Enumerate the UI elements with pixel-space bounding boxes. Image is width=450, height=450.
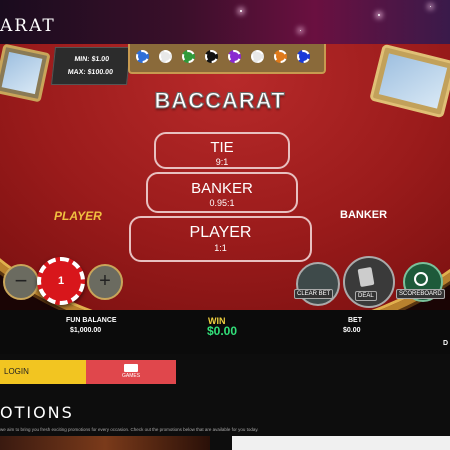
table-limits-sign: MIN: $1.00 MAX: $100.00	[51, 47, 131, 85]
min-limit: MIN: $1.00	[74, 56, 110, 63]
banker-odds: 0.95:1	[209, 198, 235, 208]
tie-odds: 9:1	[215, 157, 229, 167]
bet-area-player[interactable]: PLAYER 1:1	[129, 216, 312, 262]
selected-chip[interactable]: 1	[37, 257, 85, 305]
fun-balance-label: FUN BALANCE	[66, 317, 117, 324]
login-label: LOGIN	[4, 367, 29, 376]
cards-icon	[357, 266, 375, 288]
promotion-banner-left[interactable]	[0, 436, 210, 450]
bet-area-banker[interactable]: BANKER 0.95:1	[146, 172, 298, 213]
increase-chip-button[interactable]: +	[87, 264, 123, 300]
player-hand-label: PLAYER	[54, 209, 102, 223]
clear-bet-button[interactable]	[296, 262, 340, 306]
tray-chip	[205, 50, 218, 63]
tie-label: TIE	[210, 139, 234, 156]
banker-hand-label: BANKER	[340, 209, 388, 221]
win-value: $0.00	[207, 324, 238, 338]
login-button[interactable]: LOGIN	[0, 360, 86, 384]
chip-value: 1	[57, 275, 65, 287]
max-limit: MAX: $100.00	[67, 69, 114, 76]
clear-bet-label[interactable]: CLEAR BET	[294, 289, 334, 299]
deal-label[interactable]: DEAL	[355, 291, 377, 301]
tray-chip	[182, 50, 195, 63]
site-logo[interactable]: ARAT	[0, 16, 56, 36]
scoreboard-label[interactable]: SCOREBOARD	[396, 289, 445, 299]
player-label: PLAYER	[189, 224, 252, 241]
tray-chip	[159, 50, 172, 63]
player-odds: 1:1	[214, 243, 227, 253]
game-title: BACCARAT	[154, 88, 286, 114]
games-icon	[124, 364, 138, 372]
games-label: GAMES	[121, 373, 141, 379]
tray-chip	[297, 50, 310, 63]
promotion-banner-right[interactable]	[232, 436, 450, 450]
fun-balance-value: $1,000.00	[70, 327, 102, 334]
chip-tray	[128, 44, 326, 74]
bet-area-tie[interactable]: TIE 9:1	[154, 132, 290, 169]
tray-chip	[251, 50, 264, 63]
tray-chip	[136, 50, 149, 63]
promotions-description: we aim to bring you fresh exciting promo…	[0, 427, 259, 432]
info-edge-text: D	[443, 340, 449, 347]
promotions-heading: OTIONS	[0, 403, 74, 422]
tray-chip	[228, 50, 241, 63]
bet-label: BET	[348, 317, 362, 324]
banker-label: BANKER	[191, 180, 253, 197]
tray-chip	[274, 50, 287, 63]
site-header	[0, 0, 450, 44]
games-button[interactable]: GAMES	[86, 360, 176, 384]
decrease-chip-button[interactable]: −	[3, 264, 39, 300]
history-icon	[414, 272, 428, 286]
bet-value: $0.00	[343, 327, 361, 334]
